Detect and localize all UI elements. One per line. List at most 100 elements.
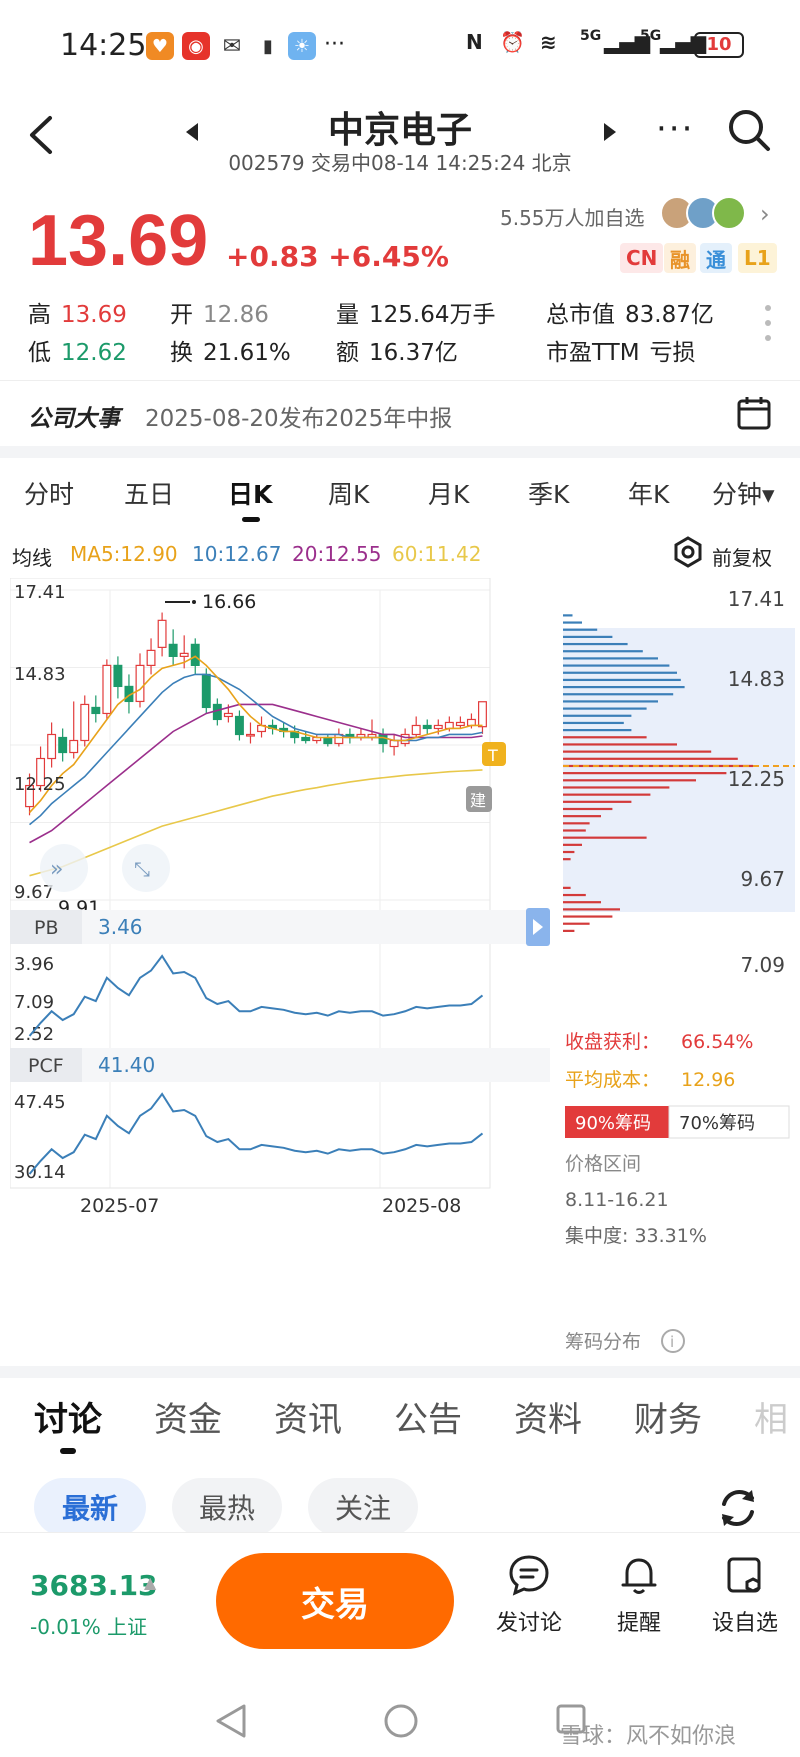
kline-chart[interactable]: 17.41 14.83 12.25 9.67 7.09 16.66 9.91 T… [10, 578, 550, 1368]
remind-button[interactable]: 提醒 [594, 1553, 684, 1637]
tag-margin[interactable]: 融 [664, 243, 696, 273]
chip-bar [563, 829, 586, 832]
chip-bar [563, 635, 613, 638]
filter-following[interactable]: 关注 [308, 1478, 418, 1536]
more-icon[interactable]: ··· [656, 109, 694, 149]
chip-bar [563, 650, 643, 653]
chip-dist-label: 筹码分布 [565, 1331, 641, 1353]
pb-line [28, 954, 484, 1037]
candle [433, 724, 443, 730]
chip-y-tick: 9.67 [740, 867, 785, 891]
chip-bar [563, 929, 575, 932]
nav-home-icon[interactable] [382, 1702, 420, 1740]
candle [135, 664, 145, 703]
index-value[interactable]: 3683.13 [30, 1569, 158, 1602]
watchlist-button[interactable]: 设自选 [700, 1553, 790, 1637]
chip-bar [563, 750, 712, 753]
refresh-icon[interactable] [714, 1484, 762, 1532]
clipboard-icon: ▮ [254, 32, 282, 60]
tab-minute[interactable]: 分钟▾ [712, 475, 775, 511]
tab-weekly-k[interactable]: 周K [328, 475, 369, 511]
chip-bar [563, 671, 677, 674]
badge-t-label: T [487, 746, 498, 765]
chip-bar [563, 685, 685, 689]
chip-bar [563, 772, 727, 775]
ma20-value: 20:12.55 [292, 542, 382, 566]
chip-bar [563, 886, 571, 889]
tab-profile[interactable]: 资料 [514, 1392, 582, 1441]
tab-financials[interactable]: 财务 [634, 1392, 702, 1441]
ma-label: 均线 [12, 546, 52, 570]
chip-distribution[interactable]: 17.41 14.83 12.25 9.67 7.09 收盘获利： 66.54%… [555, 578, 795, 1358]
profit-label: 收盘获利： [565, 1031, 660, 1053]
period-tabs: 分时 五日 日K 周K 月K 季K 年K 分钟▾ [0, 465, 800, 525]
tab-intraday[interactable]: 分时 [24, 475, 74, 511]
high-marker-dot [192, 600, 196, 604]
tag-l1[interactable]: L1 [738, 243, 777, 273]
chevron-right-icon[interactable]: › [760, 200, 770, 228]
pb-label: PB [34, 917, 59, 939]
pb-y-bottom: 2.52 [14, 1024, 54, 1045]
watchlist-label: 设自选 [711, 1611, 778, 1636]
company-event-bar[interactable]: 公司大事 2025-08-20发布2025年中报 [0, 380, 800, 445]
tab-announcements[interactable]: 公告 [394, 1392, 462, 1441]
y-tick: 17.41 [14, 582, 66, 603]
ma10-line [29, 673, 483, 826]
y-tick: 7.09 [14, 992, 54, 1013]
candle [444, 721, 454, 730]
chip-bar [563, 664, 670, 667]
tab-chip-70-label: 70%筹码 [679, 1113, 755, 1134]
chip-bar [563, 700, 658, 703]
stat-high: 高 13.69 [28, 302, 127, 328]
followers-count[interactable]: 5.55万人加自选 [500, 202, 645, 231]
next-stock-icon[interactable] [604, 123, 616, 141]
prev-stock-icon[interactable] [186, 123, 198, 141]
filter-latest[interactable]: 最新 [34, 1478, 146, 1536]
expand-left-icon[interactable] [40, 844, 88, 892]
candle [223, 712, 233, 718]
discuss-label: 发讨论 [495, 1611, 562, 1636]
discuss-button[interactable]: 发讨论 [484, 1553, 574, 1637]
search-icon[interactable] [724, 105, 774, 155]
stat-volume: 量 125.64万手 [336, 302, 496, 328]
tab-five-day[interactable]: 五日 [124, 475, 174, 511]
stat-open: 开 12.86 [170, 302, 269, 328]
calendar-icon[interactable] [736, 395, 772, 431]
candle [69, 739, 79, 754]
chip-bar [563, 779, 696, 782]
candle [389, 739, 399, 748]
pcf-y-bottom: 30.14 [14, 1162, 66, 1183]
ma5-value: MA5:12.90 [70, 542, 178, 566]
tab-quarterly-k[interactable]: 季K [528, 475, 569, 511]
y-tick: 12.25 [14, 774, 66, 795]
adjust-mode[interactable]: 前复权 [712, 542, 772, 571]
filter-hot[interactable]: 最热 [172, 1478, 282, 1536]
nav-back-icon[interactable] [214, 1702, 248, 1740]
add-watchlist-icon [727, 1557, 761, 1593]
candle [168, 643, 178, 657]
x-label: 2025-07 [80, 1195, 159, 1217]
info-glyph: i [670, 1333, 674, 1351]
badge-jian-label: 建 [470, 791, 486, 810]
settings-icon[interactable] [672, 536, 704, 568]
tab-daily-k[interactable]: 日K [228, 475, 272, 511]
tab-discussion[interactable]: 讨论 [34, 1392, 102, 1441]
chip-bar [563, 922, 590, 925]
double-chevron-icon: » [50, 857, 63, 882]
tab-news[interactable]: 资讯 [274, 1392, 342, 1441]
more-stats-icon[interactable] [765, 305, 773, 350]
tab-monthly-k[interactable]: 月K [428, 475, 469, 511]
status-bar: 14:25 ♥ ◉ ✉ ▮ ☀ ··· N ⏰ ≋ 5G ▂▄▆ 5G ▂▄▆ … [0, 0, 800, 90]
chip-bar [563, 893, 586, 897]
trade-button[interactable]: 交易 [216, 1553, 454, 1649]
tab-related[interactable]: 相 [754, 1392, 788, 1441]
tag-connect[interactable]: 通 [700, 243, 732, 273]
price-range-label: 价格区间 [565, 1153, 641, 1175]
pcf-header [10, 1048, 550, 1082]
tag-cn[interactable]: CN [620, 243, 664, 273]
candle [179, 652, 189, 657]
index-change[interactable]: -0.01% 上证 [30, 1611, 147, 1640]
tab-yearly-k[interactable]: 年K [628, 475, 669, 511]
nfc-icon: N [466, 30, 483, 54]
tab-funds[interactable]: 资金 [154, 1392, 222, 1441]
